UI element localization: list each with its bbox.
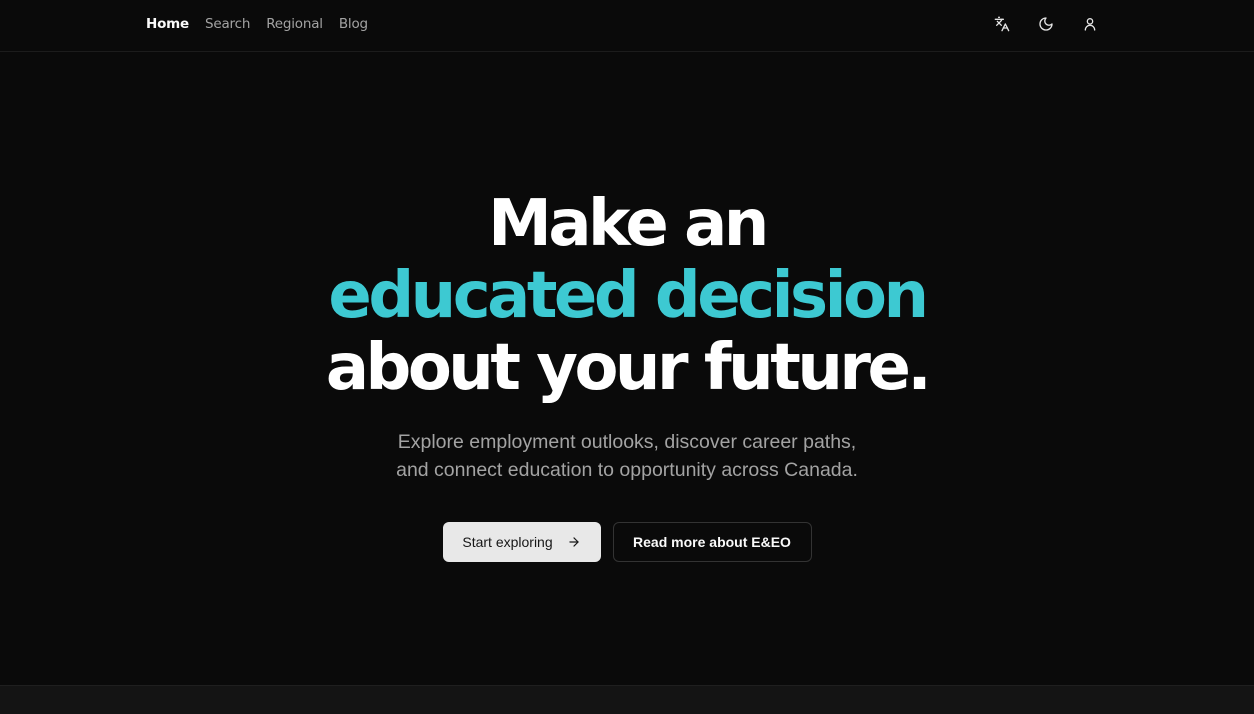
nav-link-home[interactable]: Home [146, 16, 189, 32]
nav-icon-group [990, 12, 1102, 36]
headline-line-3: about your future. [325, 331, 932, 405]
headline-line-1: Make an [488, 187, 769, 261]
main-nav: Home Search Regional Blog [146, 0, 368, 48]
nav-link-blog[interactable]: Blog [339, 16, 368, 32]
nav-link-search[interactable]: Search [205, 16, 250, 32]
start-exploring-button[interactable]: Start exploring [442, 522, 601, 562]
arrow-right-icon [568, 537, 579, 547]
translate-icon[interactable] [990, 12, 1014, 36]
hero-subtitle: Explore employment outlooks, discover ca… [347, 428, 907, 484]
nav-link-regional[interactable]: Regional [266, 16, 323, 32]
page: Home Search Regional Blog Make an educat… [0, 0, 1254, 714]
read-more-label: Read more about E&EO [633, 534, 791, 550]
hero-section: Make an educated decision about your fut… [0, 188, 1254, 562]
next-section-edge [0, 685, 1254, 714]
subtitle-line-1: Explore employment outlooks, discover ca… [397, 431, 857, 453]
user-icon[interactable] [1078, 12, 1102, 36]
top-navigation-bar: Home Search Regional Blog [0, 0, 1254, 52]
hero-headline: Make an educated decision about your fut… [0, 188, 1254, 404]
hero-actions: Start exploring Read more about E&EO [0, 522, 1254, 562]
subtitle-line-2: and connect education to opportunity acr… [396, 459, 858, 481]
headline-accent-line: educated decision [328, 259, 929, 333]
read-more-button[interactable]: Read more about E&EO [612, 522, 812, 562]
moon-icon[interactable] [1034, 12, 1058, 36]
start-exploring-label: Start exploring [462, 534, 553, 550]
